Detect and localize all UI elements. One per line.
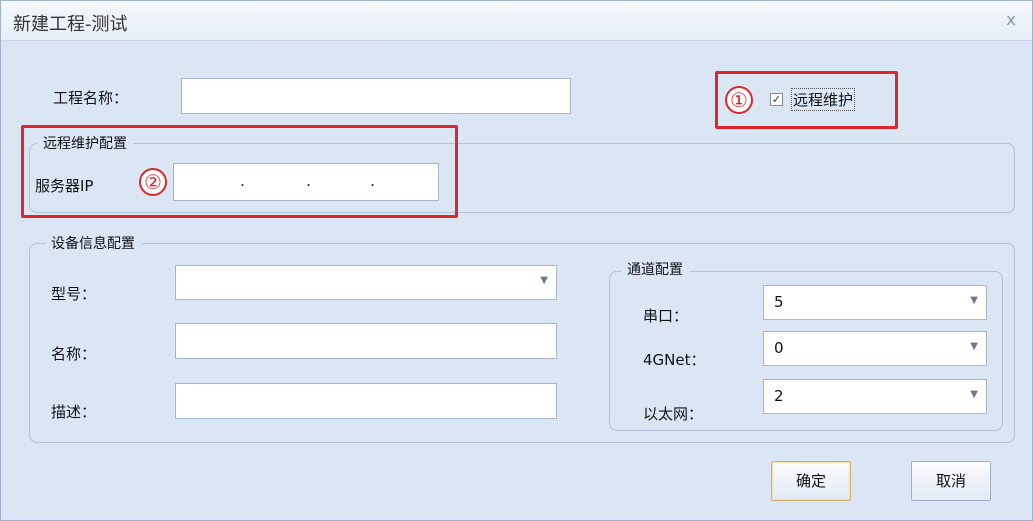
ip-separator: .: [370, 171, 376, 190]
annotation-marker-2: ②: [139, 168, 167, 196]
server-ip-label: 服务器IP: [35, 177, 94, 195]
model-label: 型号：: [51, 285, 97, 303]
ethernet-select[interactable]: 2 ▼: [763, 379, 987, 414]
new-project-dialog: 新建工程-测试 x 工程名称： ① ✓ 远程维护 远程维护配置 服务器IP ② …: [0, 0, 1033, 521]
chevron-down-icon[interactable]: ▼: [970, 341, 978, 352]
ethernet-value: 2: [774, 387, 784, 405]
server-ip-input[interactable]: . . .: [173, 163, 439, 201]
ip-separator: .: [306, 171, 312, 190]
4gnet-label: 4GNet：: [643, 351, 706, 369]
dialog-title: 新建工程-测试: [13, 14, 128, 35]
serial-port-value: 5: [774, 293, 784, 311]
description-label: 描述：: [51, 403, 97, 421]
project-name-input[interactable]: [181, 78, 571, 114]
chevron-down-icon[interactable]: ▼: [970, 295, 978, 306]
serial-port-label: 串口：: [643, 307, 689, 325]
device-name-input[interactable]: [175, 323, 557, 359]
project-name-label: 工程名称：: [53, 89, 129, 107]
serial-port-select[interactable]: 5 ▼: [763, 285, 987, 320]
name-label: 名称：: [51, 345, 97, 363]
channel-config-legend: 通道配置: [621, 259, 689, 279]
model-select[interactable]: ▼: [175, 265, 557, 300]
dialog-body: 工程名称： ① ✓ 远程维护 远程维护配置 服务器IP ② . . . 设备信息…: [9, 49, 1024, 512]
chevron-down-icon[interactable]: ▼: [540, 275, 548, 286]
description-input[interactable]: [175, 383, 557, 419]
ok-button[interactable]: 确定: [771, 461, 851, 501]
remote-maintenance-checkbox[interactable]: ✓: [770, 93, 783, 106]
annotation-marker-1: ①: [725, 86, 753, 114]
remote-maintenance-label[interactable]: 远程维护: [791, 88, 856, 111]
4gnet-select[interactable]: 0 ▼: [763, 331, 987, 366]
cancel-button[interactable]: 取消: [911, 461, 991, 501]
chevron-down-icon[interactable]: ▼: [970, 389, 978, 400]
ip-separator: .: [240, 171, 246, 190]
4gnet-value: 0: [774, 339, 784, 357]
close-icon[interactable]: x: [1000, 9, 1022, 31]
title-bar[interactable]: 新建工程-测试 x: [1, 1, 1032, 41]
ethernet-label: 以太网：: [643, 405, 704, 423]
device-config-legend: 设备信息配置: [45, 233, 141, 253]
